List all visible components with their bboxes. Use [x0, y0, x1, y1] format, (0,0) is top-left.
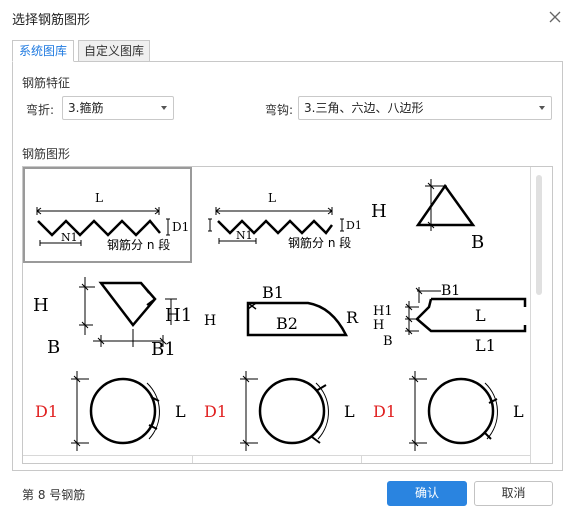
- chevron-down-icon: [161, 106, 167, 110]
- dim-h1: H1: [373, 304, 393, 319]
- dim-d1: D1: [346, 219, 361, 232]
- dim-d1: D1: [373, 402, 396, 421]
- gallery-scrollbar[interactable]: [536, 175, 542, 295]
- close-button[interactable]: [544, 6, 566, 28]
- shape-gallery: L D1 N1 钢筋分 n 段 L D1 N1 钢筋分 n 段 H B H H1…: [22, 166, 553, 464]
- dim-d1: D1: [172, 220, 189, 234]
- chevron-down-icon: [539, 106, 545, 110]
- hook-label: 弯钩:: [265, 103, 294, 117]
- dim-h: H: [204, 313, 216, 329]
- hook-select-value: 3.三角、六边、八边形: [304, 101, 424, 115]
- dim-n1: N1: [61, 231, 78, 244]
- dim-d1: D1: [35, 402, 58, 421]
- segment-note: 钢筋分 n 段: [107, 237, 170, 252]
- dim-h1: H1: [165, 305, 192, 326]
- grid-divider: [23, 455, 530, 456]
- title-bar: 选择钢筋图形: [0, 0, 573, 34]
- confirm-button[interactable]: 确认: [387, 481, 467, 506]
- dim-b2: B2: [276, 314, 298, 333]
- dim-h: H: [371, 201, 387, 222]
- cancel-button[interactable]: 取消: [474, 481, 553, 506]
- shape-cell-8[interactable]: D1 L: [192, 359, 361, 455]
- shape-cell-7[interactable]: D1 L: [23, 359, 192, 455]
- bend-label: 弯折:: [26, 103, 55, 117]
- shape-cell-1[interactable]: L D1 N1 钢筋分 n 段: [23, 167, 192, 263]
- shape-cell-5[interactable]: H B1 B2 R: [192, 263, 361, 359]
- dim-b: B: [383, 334, 393, 349]
- shape-cell-2[interactable]: L D1 N1 钢筋分 n 段: [192, 167, 361, 263]
- dim-l: L: [175, 402, 186, 421]
- shape-cell-3[interactable]: H B: [361, 167, 530, 263]
- dim-b1: B1: [262, 283, 284, 302]
- zigzag-stirrup-shape: L D1 N1 钢筋分 n 段: [208, 191, 361, 250]
- dim-h: H: [373, 318, 384, 333]
- dim-r: R: [346, 308, 359, 327]
- tab-system-library[interactable]: 系统图库: [12, 40, 74, 62]
- circular-stirrup-shape: D1 L: [373, 371, 524, 451]
- tab-custom-library[interactable]: 自定义图库: [78, 40, 150, 62]
- dim-l: L: [268, 191, 276, 205]
- shape-cell-4[interactable]: H H1 B B1: [23, 263, 192, 359]
- dim-l: L: [95, 191, 103, 205]
- hook-select[interactable]: 3.三角、六边、八边形: [298, 96, 552, 120]
- close-icon: [549, 11, 561, 23]
- features-section-label: 钢筋特征: [22, 76, 71, 90]
- dim-l: L: [344, 402, 355, 421]
- rounded-trapezoid-stirrup-shape: H B1 B2 R: [204, 283, 359, 337]
- triangle-stirrup-shape: H B: [371, 179, 484, 253]
- circular-stirrup-shape: D1 L: [35, 371, 186, 451]
- dim-l: L: [513, 402, 524, 421]
- bend-select[interactable]: 3.箍筋: [62, 96, 174, 120]
- selected-shape-status: 第 8 号钢筋: [22, 488, 86, 502]
- dim-b1: B1: [151, 339, 176, 359]
- shape-cell-6[interactable]: H1 H B B1 L L1: [361, 263, 530, 359]
- bend-select-value: 3.箍筋: [68, 101, 104, 115]
- shapes-section-label: 钢筋图形: [22, 147, 71, 161]
- dialog-title: 选择钢筋图形: [12, 13, 91, 28]
- zigzag-stirrup-shape: L D1 N1 钢筋分 n 段: [36, 191, 189, 252]
- dim-b: B: [47, 337, 60, 358]
- dim-b: B: [471, 232, 484, 253]
- dim-b1: B1: [441, 283, 460, 299]
- dim-d1: D1: [204, 402, 227, 421]
- dim-h: H: [33, 295, 49, 316]
- dim-l1: L1: [475, 336, 496, 355]
- segment-note: 钢筋分 n 段: [288, 235, 351, 250]
- grid-divider: [530, 167, 531, 463]
- shape-cell-9[interactable]: D1 L: [361, 359, 530, 455]
- circular-stirrup-shape: D1 L: [204, 371, 355, 451]
- dim-n1: N1: [236, 229, 253, 242]
- dim-l: L: [475, 306, 486, 325]
- triangle-hook-stirrup-shape: H H1 B B1: [33, 277, 192, 359]
- arrow-stirrup-shape: H1 H B B1 L L1: [373, 283, 527, 355]
